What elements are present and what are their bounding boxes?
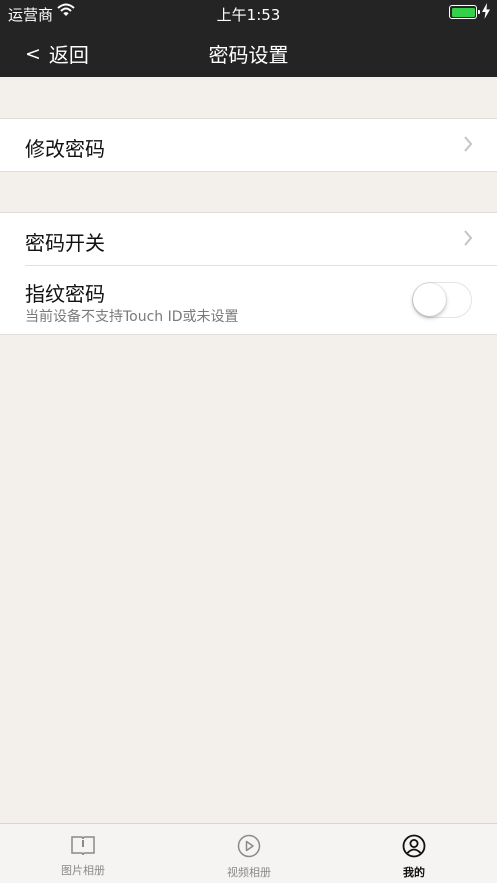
fingerprint-label: 指纹密码 <box>25 282 105 306</box>
tab-video-album[interactable]: 视频相册 <box>166 824 332 883</box>
group-change-password: 修改密码 <box>0 118 497 172</box>
toggle-knob <box>413 283 446 316</box>
battery-icon <box>449 5 480 19</box>
tab-label: 视频相册 <box>227 866 271 879</box>
chevron-right-icon <box>464 230 473 246</box>
tab-photo-album[interactable]: 图片相册 <box>0 824 166 883</box>
tab-label: 我的 <box>403 866 425 879</box>
tab-label: 图片相册 <box>61 864 105 877</box>
status-bar: 运营商 上午1:53 <box>0 0 497 26</box>
page-title: 密码设置 <box>208 43 289 67</box>
password-switch-row[interactable]: 密码开关 <box>0 213 497 265</box>
user-icon <box>402 834 426 858</box>
fingerprint-row: 指纹密码 当前设备不支持Touch ID或未设置 <box>0 266 497 334</box>
password-switch-label: 密码开关 <box>25 231 105 255</box>
change-password-label: 修改密码 <box>25 137 105 161</box>
change-password-row[interactable]: 修改密码 <box>0 119 497 171</box>
navigation-bar: < 返回 密码设置 <box>0 26 497 77</box>
status-time: 上午1:53 <box>216 6 281 24</box>
fingerprint-subtitle: 当前设备不支持Touch ID或未设置 <box>25 309 239 325</box>
tab-bar: 图片相册 视频相册 我的 <box>0 823 497 883</box>
fingerprint-toggle[interactable] <box>412 282 472 318</box>
group-password-options: 密码开关 指纹密码 当前设备不支持Touch ID或未设置 <box>0 212 497 335</box>
tab-mine[interactable]: 我的 <box>331 824 497 883</box>
book-icon <box>71 836 95 856</box>
chevron-right-icon <box>464 136 473 152</box>
play-circle-icon <box>237 834 261 858</box>
top-bar: 运营商 上午1:53 < 返回 密码设置 <box>0 0 497 77</box>
charging-icon <box>482 3 490 19</box>
